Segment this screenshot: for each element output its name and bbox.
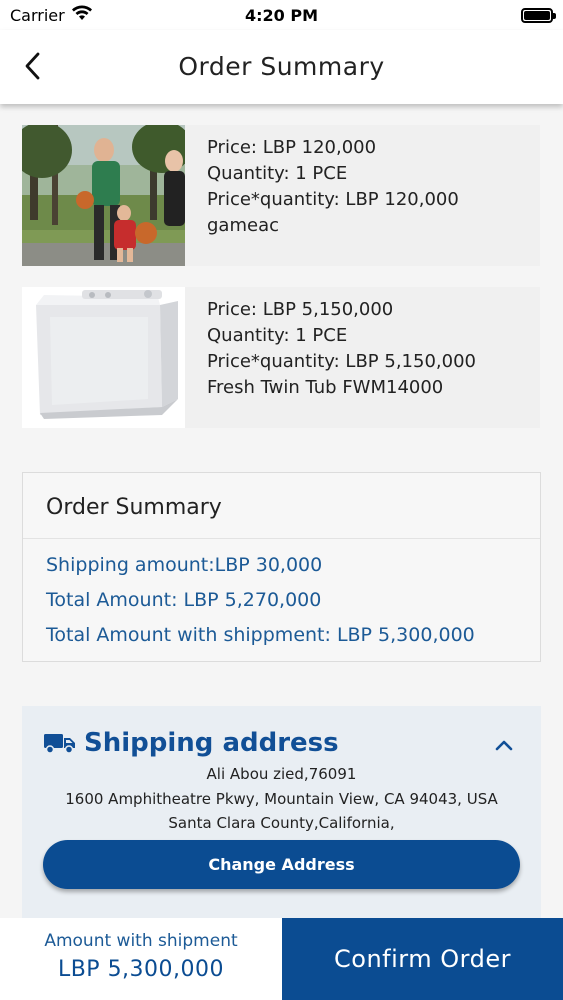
nav-bar: Order Summary (0, 30, 563, 104)
product-total: Price*quantity: LBP 120,000 (207, 189, 459, 210)
bottom-bar: Amount with shipment LBP 5,300,000 Confi… (0, 918, 563, 1000)
shipping-address-card: Shipping address Ali Abou zied,76091 160… (22, 706, 541, 920)
status-left: Carrier (10, 5, 93, 25)
total-amount: Total Amount: LBP 5,270,000 (46, 589, 322, 611)
product-quantity: Quantity: 1 PCE (207, 163, 348, 184)
address-street: 1600 Amphitheatre Pkwy, Mountain View, C… (65, 789, 498, 808)
carrier-label: Carrier (10, 5, 65, 25)
status-time: 4:20 PM (244, 5, 319, 25)
order-summary-card: Order Summary Shipping amount:LBP 30,000… (22, 472, 541, 662)
amount-label: Amount with shipment (44, 931, 238, 951)
product-name: Fresh Twin Tub FWM14000 (207, 377, 444, 398)
product-info-1: Price: LBP 120,000 Quantity: 1 PCE Price… (185, 125, 459, 266)
summary-title: Order Summary (23, 473, 540, 539)
shipping-amount: Shipping amount:LBP 30,000 (46, 554, 323, 576)
product-name: gameac (207, 215, 279, 236)
product-row-1[interactable]: Price: LBP 120,000 Quantity: 1 PCE Price… (22, 125, 540, 266)
truck-icon (44, 734, 75, 754)
product-row-2[interactable]: Price: LBP 5,150,000 Quantity: 1 PCE Pri… (22, 287, 540, 428)
battery-icon (521, 7, 556, 23)
product-image-basketball (22, 125, 185, 266)
chevron-up-icon (495, 740, 513, 751)
product-price: Price: LBP 5,150,000 (207, 299, 394, 320)
address-name: Ali Abou zied,76091 (206, 765, 357, 783)
change-address-button[interactable]: Change Address (43, 840, 520, 889)
status-bar: Carrier 4:20 PM (0, 0, 563, 30)
product-quantity: Quantity: 1 PCE (207, 325, 348, 346)
amount-summary: Amount with shipment LBP 5,300,000 (0, 918, 282, 1000)
total-with-shipping: Total Amount with shippment: LBP 5,300,0… (46, 624, 475, 646)
confirm-order-button[interactable]: Confirm Order (282, 918, 563, 1000)
product-image-washer (22, 287, 185, 428)
address-title: Shipping address (84, 728, 339, 758)
wifi-icon (71, 5, 93, 25)
amount-value: LBP 5,300,000 (57, 957, 225, 982)
address-lines: Ali Abou zied,76091 1600 Amphitheatre Pk… (22, 762, 541, 836)
address-header: Shipping address (44, 728, 339, 758)
product-info-2: Price: LBP 5,150,000 Quantity: 1 PCE Pri… (185, 287, 476, 428)
collapse-toggle[interactable] (495, 736, 513, 755)
product-total: Price*quantity: LBP 5,150,000 (207, 351, 476, 372)
summary-lines: Shipping amount:LBP 30,000 Total Amount:… (23, 539, 540, 653)
product-price: Price: LBP 120,000 (207, 137, 377, 158)
page-title: Order Summary (178, 52, 385, 81)
address-region: Santa Clara County,California, (168, 814, 395, 832)
